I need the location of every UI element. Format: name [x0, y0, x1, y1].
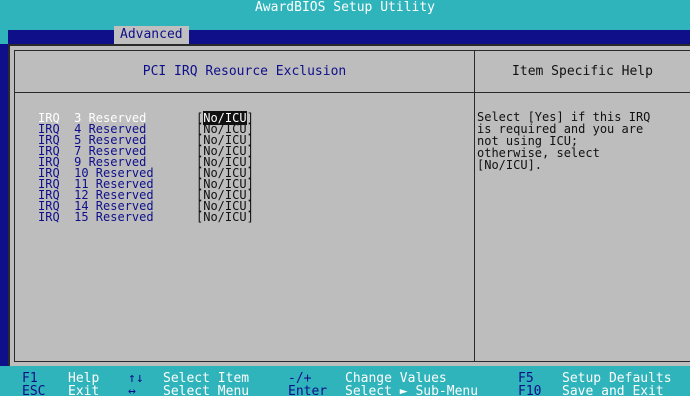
left-right-arrows-icon[interactable]: ↔	[128, 385, 136, 396]
key-legend-footer: F1 Help ESC Exit ↑↓ Select Item ↔ Select…	[0, 366, 690, 396]
help-line: [No/ICU].	[477, 158, 543, 172]
page-title: PCI IRQ Resource Exclusion	[142, 64, 347, 79]
select-submenu-label: Select ► Sub-Menu	[345, 384, 479, 396]
select-menu-label: Select Menu	[163, 384, 250, 396]
main-panel: PCI IRQ Resource Exclusion Item Specific…	[8, 44, 690, 366]
tab-advanced[interactable]: Advanced	[114, 26, 189, 44]
irq-value[interactable]: [No/ICU]	[196, 211, 254, 223]
enter-key[interactable]: Enter	[288, 385, 327, 396]
irq-label: IRQ 15 Reserved	[38, 210, 154, 224]
save-exit-label: Save and Exit	[562, 384, 664, 396]
panel-divider-vertical	[474, 51, 475, 361]
f10-key[interactable]: F10	[518, 385, 541, 396]
app-title: AwardBIOS Setup Utility	[254, 0, 435, 15]
menu-bar: Advanced	[0, 16, 690, 44]
panel-divider-horizontal	[15, 92, 690, 93]
esc-key[interactable]: ESC	[22, 385, 45, 396]
help-title: Item Specific Help	[512, 64, 653, 79]
item-help-text: Select [Yes] if this IRQ is required and…	[477, 111, 687, 171]
title-bar: AwardBIOS Setup Utility	[0, 0, 690, 16]
menu-strip	[8, 30, 690, 44]
esc-exit-label: Exit	[68, 384, 100, 396]
